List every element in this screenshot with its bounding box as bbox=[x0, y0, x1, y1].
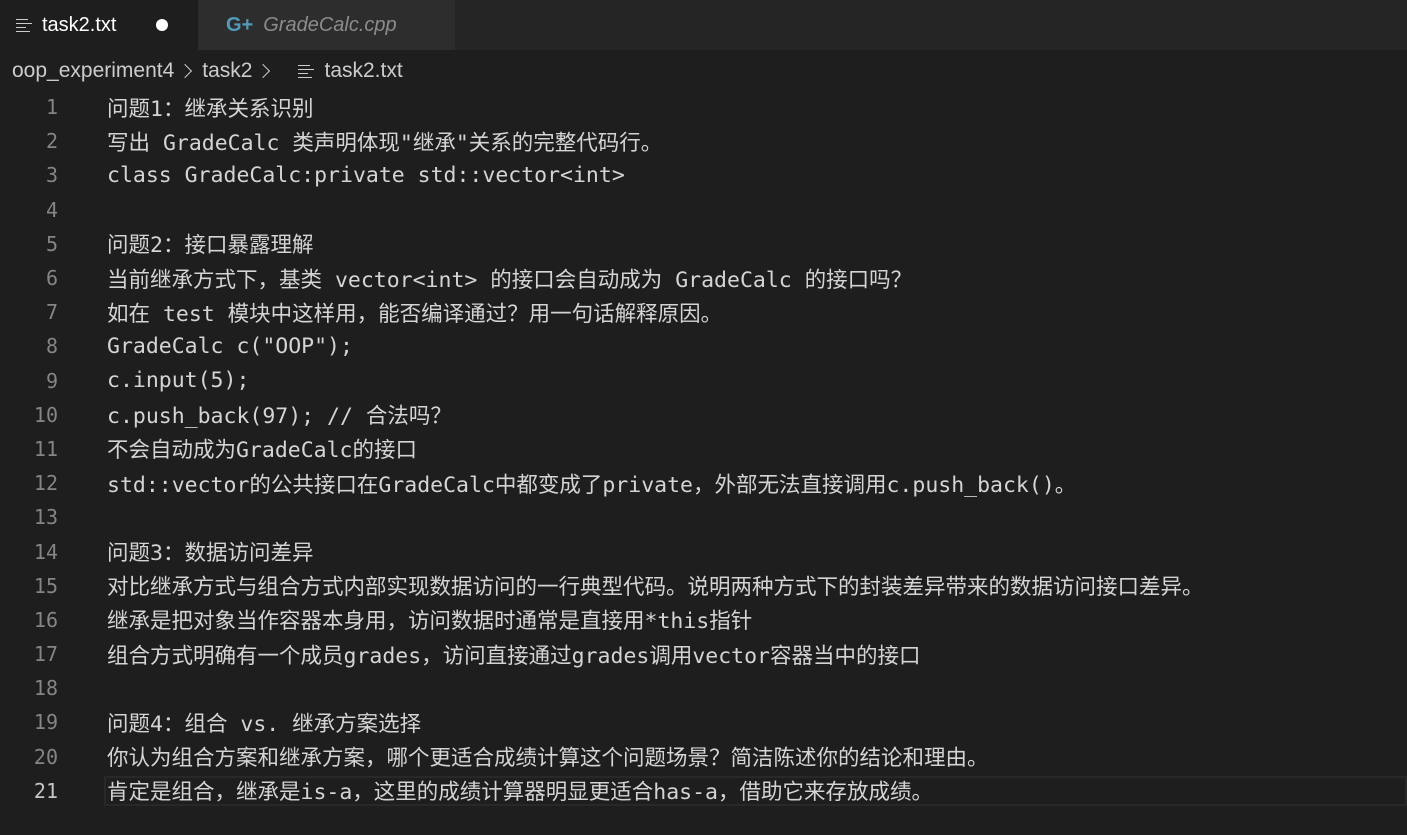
line-number: 11 bbox=[33, 436, 58, 461]
code-line[interactable]: 4 bbox=[0, 193, 1407, 227]
line-number: 4 bbox=[45, 197, 58, 222]
line-text[interactable]: std::vector的公共接口在GradeCalc中都变成了private，外… bbox=[107, 468, 1076, 499]
line-text[interactable]: 问题3：数据访问差异 bbox=[107, 536, 313, 567]
editor-text-area[interactable]: 1 问题1：继承关系识别 2 写出 GradeCalc 类声明体现"继承"关系的完整代… bbox=[0, 90, 1407, 808]
line-number: 21 bbox=[33, 778, 58, 803]
text-file-icon bbox=[16, 17, 32, 33]
line-number: 8 bbox=[45, 334, 58, 359]
line-text[interactable]: 问题1：继承关系识别 bbox=[107, 92, 313, 123]
tab-bar: task2.txt G+ GradeCalc.cpp bbox=[0, 0, 1407, 50]
code-line[interactable]: 3 class GradeCalc:private std::vector<int… bbox=[0, 158, 1407, 192]
line-number: 6 bbox=[45, 266, 58, 291]
code-line[interactable]: 19 问题4：组合 vs. 继承方案选择 bbox=[0, 705, 1407, 739]
line-number: 1 bbox=[45, 95, 58, 120]
tab-label: GradeCalc.cpp bbox=[263, 13, 397, 36]
tab-label: task2.txt bbox=[42, 13, 117, 36]
line-number: 9 bbox=[45, 368, 58, 393]
code-line[interactable]: 20 你认为组合方案和继承方案，哪个更适合成绩计算这个问题场景？简洁陈述你的结论和… bbox=[0, 740, 1407, 774]
code-line[interactable]: 2 写出 GradeCalc 类声明体现"继承"关系的完整代码行。 bbox=[0, 124, 1407, 158]
code-line[interactable]: 14 问题3：数据访问差异 bbox=[0, 534, 1407, 568]
line-number: 5 bbox=[45, 231, 58, 256]
code-line[interactable]: 12 std::vector的公共接口在GradeCalc中都变成了private… bbox=[0, 466, 1407, 500]
line-number: 20 bbox=[33, 744, 58, 769]
line-text[interactable]: 对比继承方式与组合方式内部实现数据访问的一行典型代码。说明两种方式下的封装差异带… bbox=[107, 570, 1204, 601]
line-number: 12 bbox=[33, 471, 58, 496]
line-text[interactable]: 肯定是组合，继承是is-a，这里的成绩计算器明显更适合has-a，借助它来存放成… bbox=[107, 775, 933, 806]
chevron-right-icon bbox=[256, 63, 271, 79]
line-text[interactable]: c.push_back(97); // 合法吗？ bbox=[107, 399, 452, 430]
line-number: 3 bbox=[45, 163, 58, 188]
code-line[interactable]: 10 c.push_back(97); // 合法吗？ bbox=[0, 398, 1407, 432]
code-line[interactable]: 18 bbox=[0, 671, 1407, 705]
line-text[interactable]: 组合方式明确有一个成员grades，访问直接通过grades调用vector容器… bbox=[107, 639, 921, 670]
line-text[interactable]: c.input(5); bbox=[107, 368, 249, 393]
line-text[interactable]: 你认为组合方案和继承方案，哪个更适合成绩计算这个问题场景？简洁陈述你的结论和理由… bbox=[107, 741, 989, 772]
line-text[interactable]: 继承是把对象当作容器本身用，访问数据时通常是直接用*this指针 bbox=[107, 604, 752, 635]
code-line[interactable]: 5 问题2：接口暴露理解 bbox=[0, 227, 1407, 261]
line-number: 18 bbox=[33, 676, 58, 701]
line-number: 7 bbox=[45, 300, 58, 325]
code-line[interactable]: 1 问题1：继承关系识别 bbox=[0, 90, 1407, 124]
cpp-file-icon: G+ bbox=[226, 13, 254, 36]
breadcrumb: oop_experiment4 task2 task2.txt bbox=[12, 56, 403, 86]
line-text[interactable]: 写出 GradeCalc 类声明体现"继承"关系的完整代码行。 bbox=[107, 126, 662, 157]
code-line[interactable]: 17 组合方式明确有一个成员grades，访问直接通过grades调用vector… bbox=[0, 637, 1407, 671]
line-number: 10 bbox=[33, 402, 58, 427]
code-line[interactable]: 15 对比继承方式与组合方式内部实现数据访问的一行典型代码。说明两种方式下的封装差… bbox=[0, 569, 1407, 603]
line-text[interactable]: 问题4：组合 vs. 继承方案选择 bbox=[107, 707, 421, 738]
chevron-right-icon bbox=[178, 63, 193, 79]
code-line[interactable]: 21 肯定是组合，继承是is-a，这里的成绩计算器明显更适合has-a，借助它来存… bbox=[0, 774, 1407, 808]
line-number: 17 bbox=[33, 642, 58, 667]
tab-task2-txt[interactable]: task2.txt bbox=[0, 0, 198, 50]
line-text[interactable]: 当前继承方式下，基类 vector<int> 的接口会自动成为 GradeCal… bbox=[107, 263, 912, 294]
breadcrumb-item-folder[interactable]: oop_experiment4 bbox=[12, 59, 174, 83]
breadcrumb-file-label: task2.txt bbox=[324, 59, 403, 82]
line-number: 19 bbox=[33, 710, 58, 735]
breadcrumb-item-file[interactable]: task2.txt bbox=[298, 59, 403, 83]
unsaved-dot-icon[interactable] bbox=[156, 19, 169, 31]
code-line[interactable]: 6 当前继承方式下，基类 vector<int> 的接口会自动成为 GradeCa… bbox=[0, 261, 1407, 295]
code-line[interactable]: 13 bbox=[0, 500, 1407, 534]
code-line[interactable]: 9 c.input(5); bbox=[0, 364, 1407, 398]
line-number: 2 bbox=[45, 129, 58, 154]
breadcrumb-item-subfolder[interactable]: task2 bbox=[202, 59, 252, 83]
text-file-icon bbox=[298, 63, 315, 79]
line-number: 15 bbox=[33, 573, 58, 598]
line-text[interactable]: 如在 test 模块中这样用，能否编译通过？用一句话解释原因。 bbox=[107, 297, 722, 328]
line-text[interactable]: GradeCalc c("OOP"); bbox=[107, 334, 353, 359]
tab-gradecalc-cpp[interactable]: G+ GradeCalc.cpp bbox=[198, 0, 455, 50]
code-line[interactable]: 7 如在 test 模块中这样用，能否编译通过？用一句话解释原因。 bbox=[0, 295, 1407, 329]
code-line[interactable]: 8 GradeCalc c("OOP"); bbox=[0, 329, 1407, 363]
code-line[interactable]: 11 不会自动成为GradeCalc的接口 bbox=[0, 432, 1407, 466]
line-text[interactable]: 问题2：接口暴露理解 bbox=[107, 228, 313, 259]
line-text[interactable]: class GradeCalc:private std::vector<int> bbox=[107, 163, 625, 188]
line-number: 13 bbox=[33, 505, 58, 530]
line-number: 14 bbox=[33, 539, 58, 564]
line-number: 16 bbox=[33, 607, 58, 632]
line-text[interactable]: 不会自动成为GradeCalc的接口 bbox=[107, 433, 417, 464]
code-line[interactable]: 16 继承是把对象当作容器本身用，访问数据时通常是直接用*this指针 bbox=[0, 603, 1407, 637]
